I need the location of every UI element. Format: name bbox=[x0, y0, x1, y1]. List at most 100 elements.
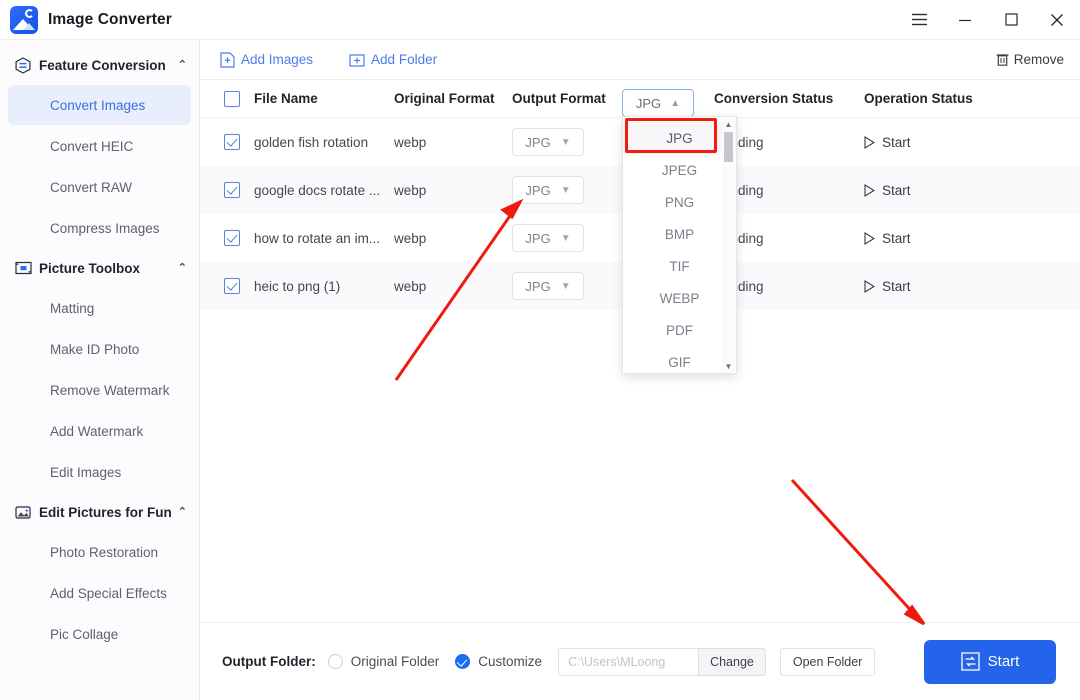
sidebar-item-matting[interactable]: Matting bbox=[8, 288, 191, 328]
remove-label: Remove bbox=[1013, 52, 1064, 67]
sidebar-group-feature-conversion[interactable]: Feature Conversion ⌃ bbox=[0, 46, 199, 84]
remove-button[interactable]: Remove bbox=[996, 52, 1064, 67]
row-checkbox[interactable] bbox=[200, 278, 254, 294]
output-format-value: JPG bbox=[525, 278, 551, 294]
image-converter-window: Image Converter Feature Conversion ⌃ Con… bbox=[0, 0, 1080, 700]
cell-operation-start[interactable]: Start bbox=[864, 183, 1004, 198]
cell-operation-start[interactable]: Start bbox=[864, 231, 1004, 246]
cell-file-name: google docs rotate ... bbox=[254, 182, 381, 198]
dropdown-option-label: GIF bbox=[668, 354, 691, 370]
output-path-input[interactable]: C:\Users\MLoong bbox=[558, 647, 699, 676]
sidebar-item-convert-heic[interactable]: Convert HEIC bbox=[8, 126, 191, 166]
cell-original-format: webp bbox=[394, 230, 427, 246]
add-folder-button[interactable]: Add Folder bbox=[349, 52, 437, 67]
change-folder-button[interactable]: Change bbox=[698, 647, 766, 676]
scroll-down-icon[interactable]: ▼ bbox=[722, 360, 735, 372]
convert-icon bbox=[961, 652, 980, 671]
dropdown-option-pdf[interactable]: PDF bbox=[623, 314, 736, 346]
sidebar-item-label: Add Watermark bbox=[50, 423, 144, 439]
menu-icon[interactable] bbox=[896, 0, 942, 40]
sidebar-item-compress-images[interactable]: Compress Images bbox=[8, 208, 191, 248]
sidebar-item-add-special-effects[interactable]: Add Special Effects bbox=[8, 573, 191, 613]
start-label: Start bbox=[882, 230, 911, 246]
dropdown-option-label: PDF bbox=[666, 322, 693, 338]
output-format-dropdown[interactable]: JPG JPEG PNG BMP TIF WEBP PDF GIF ▲ ▼ bbox=[622, 116, 737, 374]
dropdown-option-bmp[interactable]: BMP bbox=[623, 218, 736, 250]
dropdown-option-jpg[interactable]: JPG bbox=[623, 122, 736, 154]
cell-file-name: golden fish rotation bbox=[254, 134, 369, 150]
sidebar-item-photo-restoration[interactable]: Photo Restoration bbox=[8, 532, 191, 572]
sidebar-item-convert-raw[interactable]: Convert RAW bbox=[8, 167, 191, 207]
title-bar: Image Converter bbox=[0, 0, 1080, 40]
add-images-button[interactable]: Add Images bbox=[220, 51, 314, 68]
bottom-bar: Output Folder: Original Folder Customize… bbox=[200, 622, 1080, 700]
maximize-icon[interactable] bbox=[988, 0, 1034, 40]
row-checkbox[interactable] bbox=[200, 182, 254, 198]
cell-output-format-select[interactable]: JPG ▼ bbox=[512, 176, 624, 204]
dropdown-scrollbar[interactable]: ▲ ▼ bbox=[722, 118, 735, 372]
sidebar-item-make-id-photo[interactable]: Make ID Photo bbox=[8, 329, 191, 369]
add-image-icon bbox=[220, 51, 235, 68]
row-checkbox[interactable] bbox=[200, 134, 254, 150]
conversion-icon bbox=[14, 56, 32, 74]
sidebar-item-add-watermark[interactable]: Add Watermark bbox=[8, 411, 191, 451]
dropdown-option-png[interactable]: PNG bbox=[623, 186, 736, 218]
scrollbar-thumb[interactable] bbox=[724, 132, 733, 162]
app-logo-icon bbox=[10, 5, 38, 34]
play-icon bbox=[864, 231, 875, 245]
cell-output-format-select[interactable]: JPG ▼ bbox=[512, 128, 624, 156]
open-folder-button[interactable]: Open Folder bbox=[779, 647, 876, 676]
cell-file-name: heic to png (1) bbox=[254, 278, 341, 294]
scroll-up-icon[interactable]: ▲ bbox=[722, 118, 735, 130]
fun-edit-icon bbox=[14, 503, 32, 521]
radio-customize[interactable] bbox=[455, 654, 471, 669]
start-conversion-button[interactable]: Start bbox=[924, 639, 1056, 684]
chevron-up-icon: ⌃ bbox=[177, 58, 187, 71]
toolbox-icon bbox=[14, 259, 32, 277]
dropdown-option-tif[interactable]: TIF bbox=[623, 250, 736, 282]
column-header-operation-status: Operation Status bbox=[864, 91, 973, 106]
row-checkbox[interactable] bbox=[200, 230, 254, 246]
minimize-icon[interactable] bbox=[942, 0, 988, 40]
cell-operation-start[interactable]: Start bbox=[864, 279, 1004, 294]
add-folder-label: Add Folder bbox=[371, 52, 438, 67]
sidebar-item-label: Add Special Effects bbox=[50, 585, 167, 601]
play-icon bbox=[864, 279, 875, 293]
sidebar-item-label: Convert RAW bbox=[50, 179, 133, 195]
sidebar-group-label: Picture Toolbox bbox=[39, 260, 141, 276]
dropdown-option-label: TIF bbox=[669, 258, 690, 274]
radio-original-folder[interactable] bbox=[327, 654, 343, 669]
cell-output-format-select[interactable]: JPG ▼ bbox=[512, 224, 624, 252]
sidebar-item-label: Pic Collage bbox=[50, 626, 119, 642]
start-label: Start bbox=[882, 134, 911, 150]
dropdown-option-webp[interactable]: WEBP bbox=[623, 282, 736, 314]
dropdown-option-gif[interactable]: GIF bbox=[623, 346, 736, 378]
sidebar-item-label: Make ID Photo bbox=[50, 341, 140, 357]
sidebar-group-label: Edit Pictures for Fun bbox=[39, 504, 172, 520]
cell-output-format-select[interactable]: JPG ▼ bbox=[512, 272, 624, 300]
sidebar-item-label: Convert Images bbox=[50, 97, 146, 113]
start-label: Start bbox=[882, 182, 911, 198]
sidebar-group-picture-toolbox[interactable]: Picture Toolbox ⌃ bbox=[0, 249, 199, 287]
sidebar-item-remove-watermark[interactable]: Remove Watermark bbox=[8, 370, 191, 410]
start-label: Start bbox=[882, 278, 911, 294]
close-icon[interactable] bbox=[1034, 0, 1080, 40]
sidebar-item-convert-images[interactable]: Convert Images bbox=[8, 85, 191, 125]
window-controls bbox=[896, 0, 1080, 40]
select-all-checkbox[interactable] bbox=[200, 90, 254, 107]
open-folder-label: Open Folder bbox=[792, 654, 863, 669]
cell-original-format: webp bbox=[394, 278, 427, 294]
chevron-up-icon: ⌃ bbox=[177, 505, 187, 518]
cell-operation-start[interactable]: Start bbox=[864, 135, 1004, 150]
chevron-down-icon: ▼ bbox=[560, 280, 571, 292]
dropdown-option-jpeg[interactable]: JPEG bbox=[623, 154, 736, 186]
global-output-format-value: JPG bbox=[635, 95, 662, 111]
sidebar-item-label: Matting bbox=[50, 300, 95, 316]
trash-icon bbox=[996, 52, 1009, 67]
sidebar-item-pic-collage[interactable]: Pic Collage bbox=[8, 614, 191, 654]
sidebar-item-edit-images[interactable]: Edit Images bbox=[8, 452, 191, 492]
cell-original-format: webp bbox=[394, 134, 427, 150]
sidebar-group-edit-pictures-for-fun[interactable]: Edit Pictures for Fun ⌃ bbox=[0, 493, 199, 531]
global-output-format-select[interactable]: JPG ▲ bbox=[622, 89, 694, 117]
add-images-label: Add Images bbox=[241, 52, 314, 67]
